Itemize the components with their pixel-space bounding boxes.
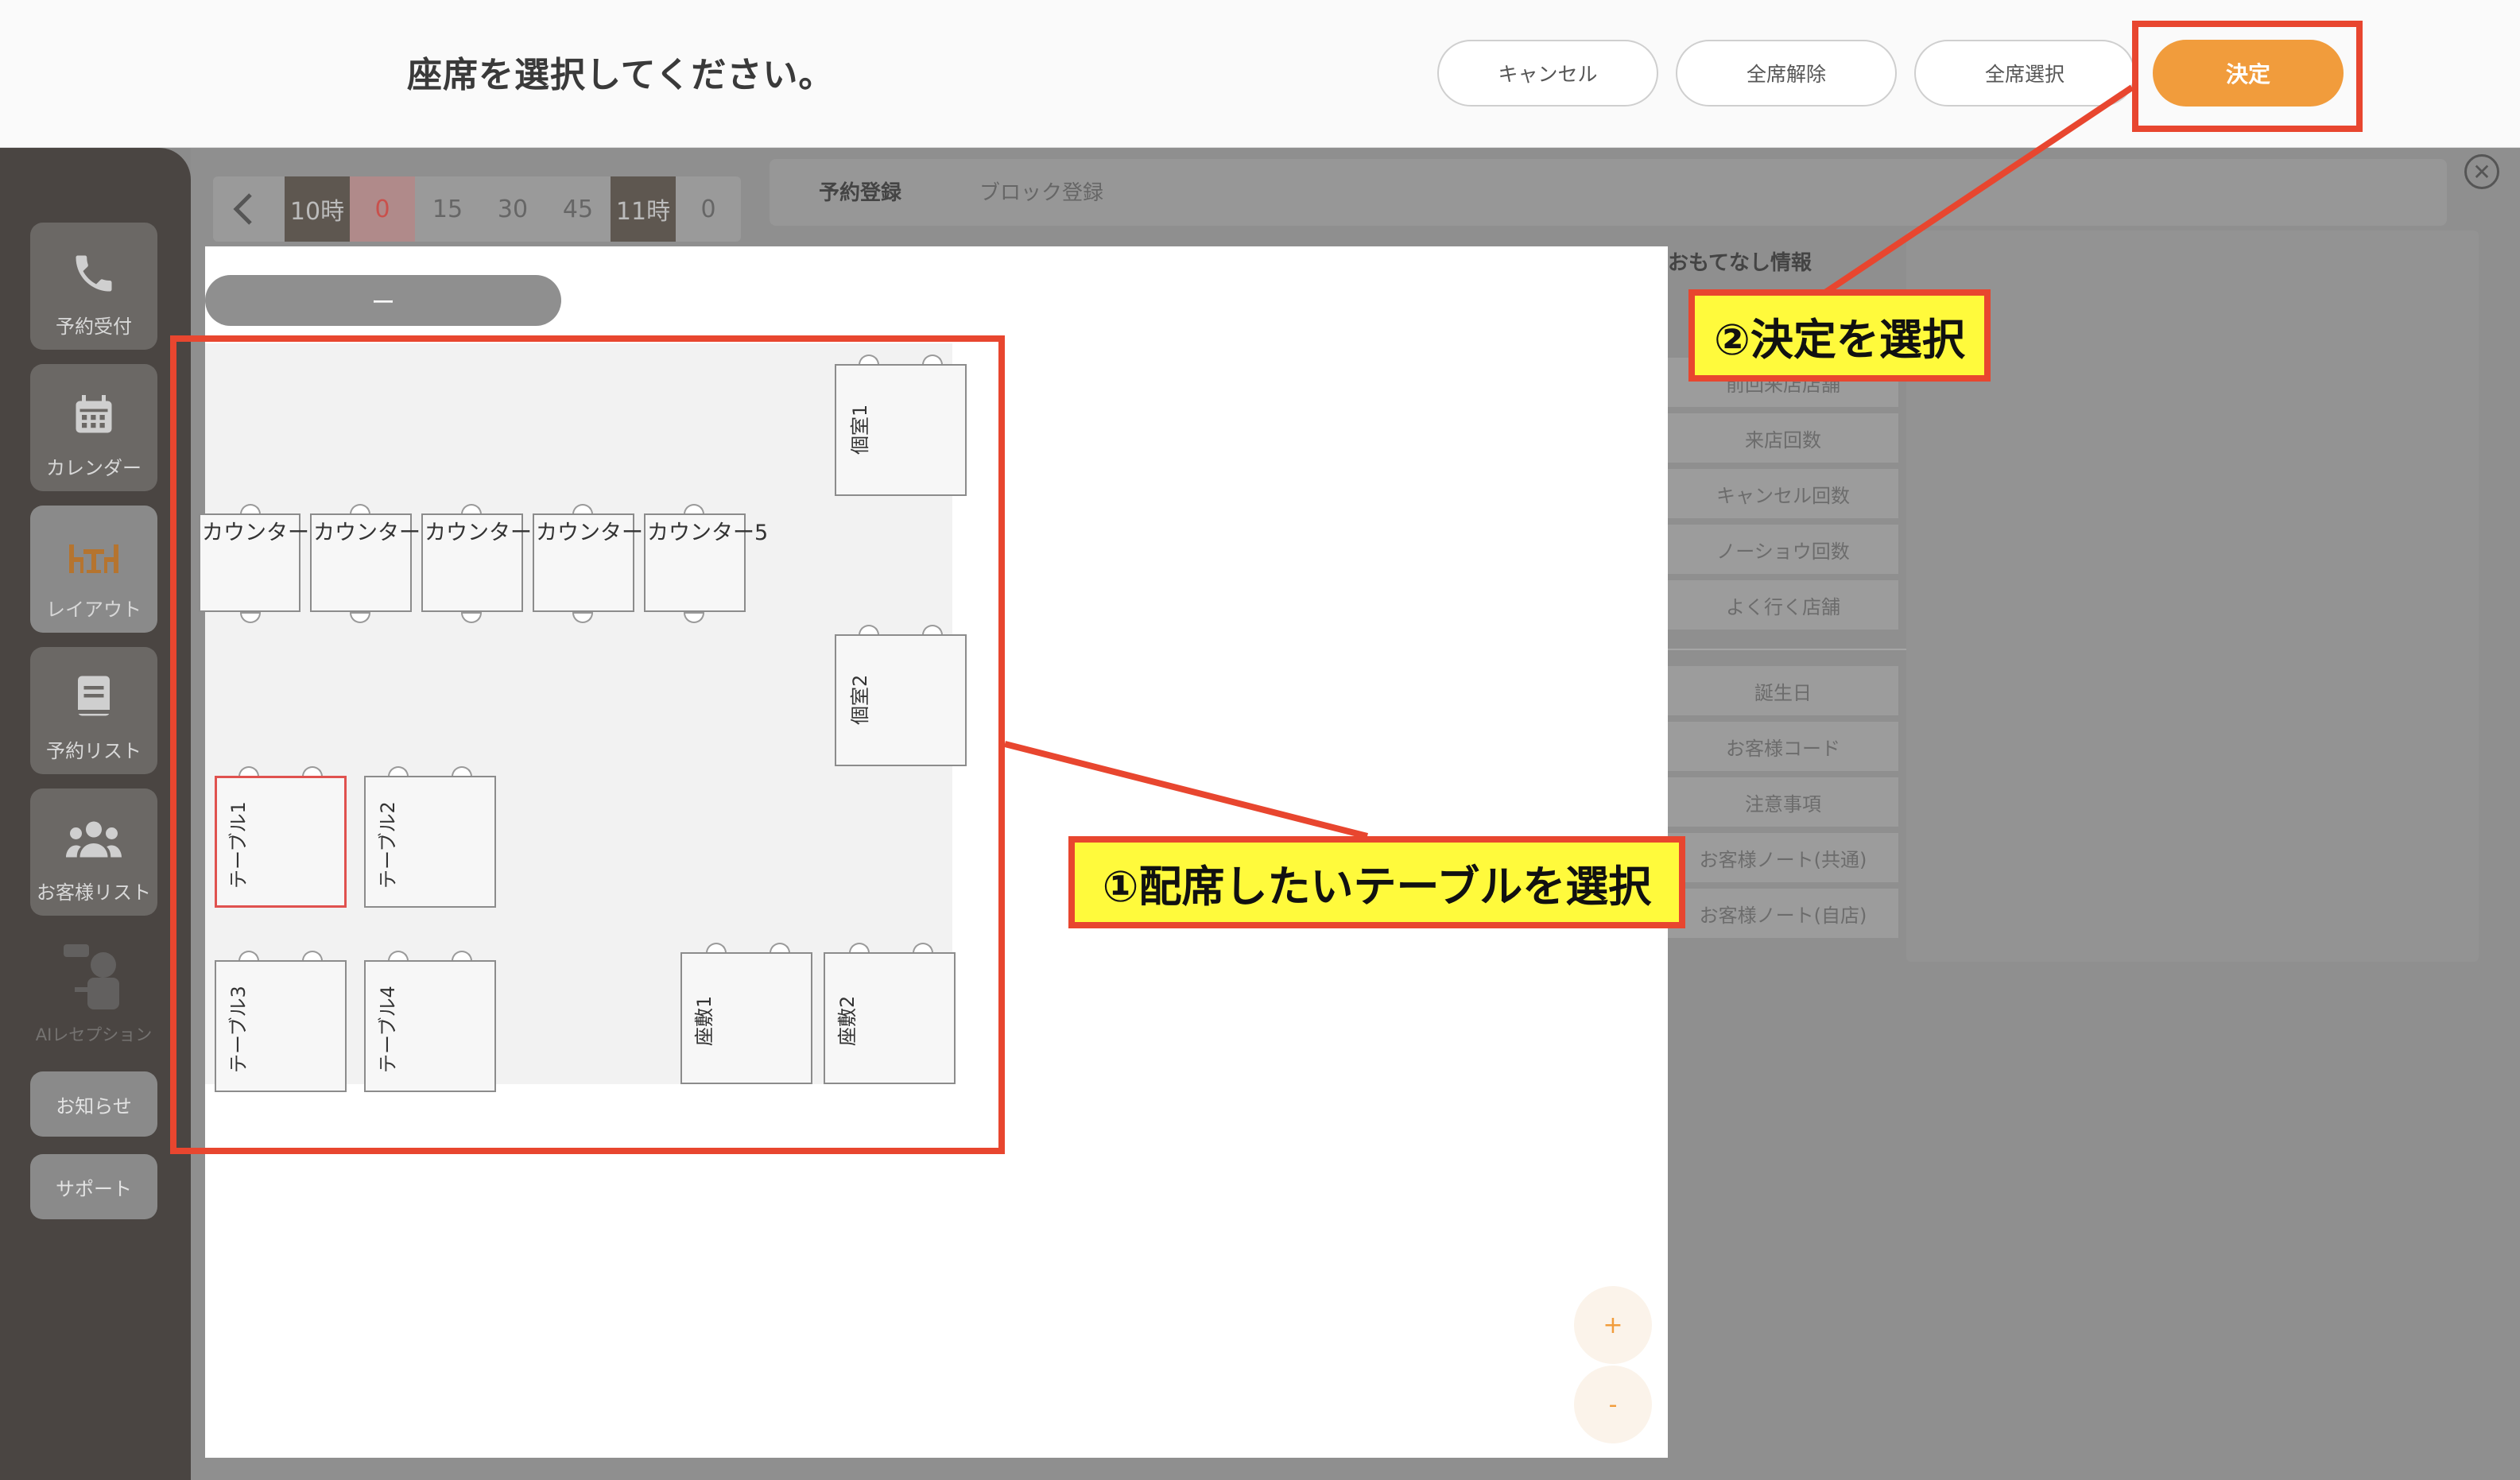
annotation-step2: ②決定を選択 [1688,289,1991,382]
annotation-step1: ①配席したいテーブルを選択 [1068,836,1685,928]
annotation-connector-lines [1004,84,2134,839]
